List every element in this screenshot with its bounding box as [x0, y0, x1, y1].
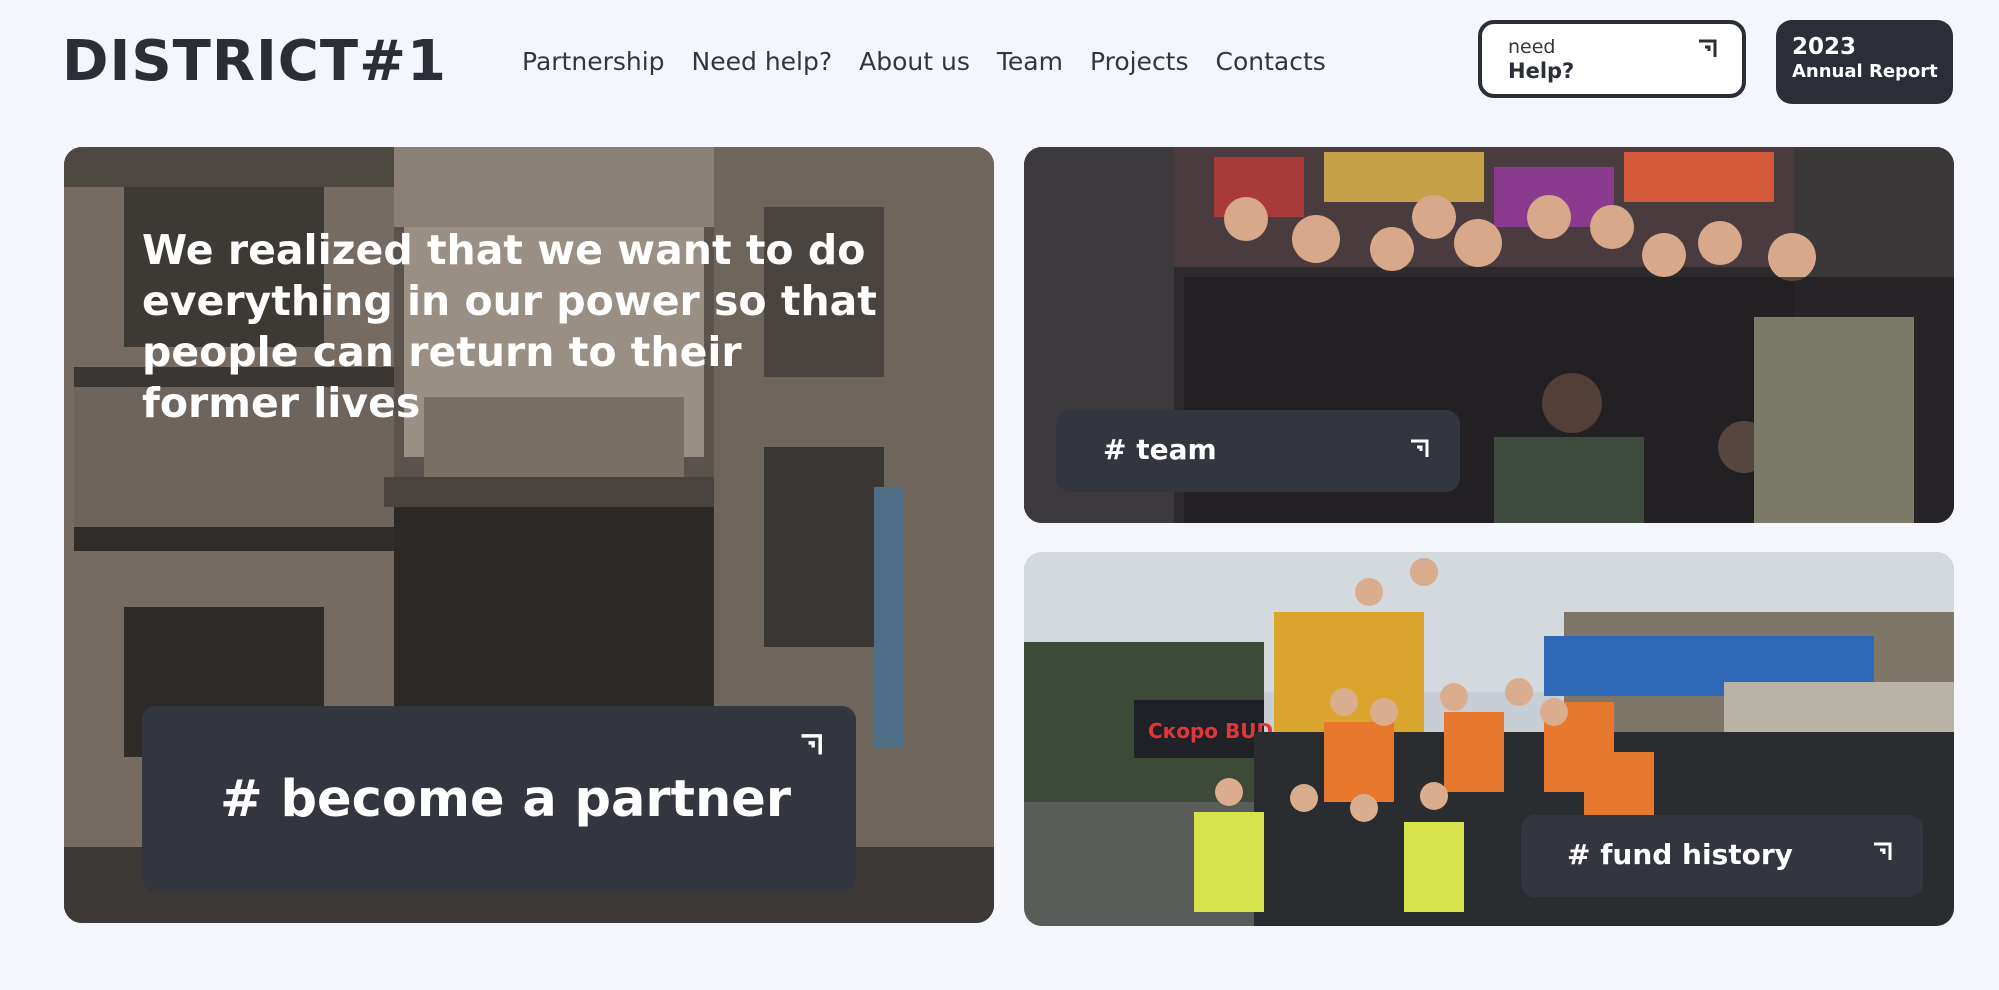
need-help-big-label: Help? [1508, 59, 1575, 83]
nav-item-need-help[interactable]: Need help? [692, 42, 833, 82]
report-label: Annual Report [1792, 61, 1938, 82]
team-card[interactable]: # team [1024, 147, 1954, 523]
arrow-corner-icon [1699, 39, 1717, 57]
report-year: 2023 [1792, 34, 1857, 60]
hero-quote: We realized that we want to do everythin… [142, 226, 877, 427]
nav-item-projects[interactable]: Projects [1090, 42, 1189, 82]
fund-history-label: # fund history [1567, 838, 1793, 871]
team-label: # team [1103, 433, 1217, 466]
main-nav: Partnership Need help? About us Team Pro… [522, 42, 1326, 82]
arrow-corner-icon [1874, 842, 1892, 860]
fund-history-button[interactable]: # fund history [1521, 815, 1923, 897]
fund-history-card[interactable]: Скоро BUD # fund history [1024, 552, 1954, 926]
nav-item-partnership[interactable]: Partnership [522, 42, 665, 82]
team-button[interactable]: # team [1056, 410, 1460, 492]
nav-item-contacts[interactable]: Contacts [1216, 42, 1326, 82]
nav-item-about-us[interactable]: About us [859, 42, 970, 82]
become-partner-label: # become a partner [220, 770, 792, 829]
need-help-button[interactable]: need Help? [1478, 20, 1746, 98]
hero-card-ruined-building: We realized that we want to do everythin… [64, 147, 994, 923]
nav-item-team[interactable]: Team [997, 42, 1063, 82]
site-logo[interactable]: DISTRICT#1 [62, 30, 447, 94]
annual-report-button[interactable]: 2023 Annual Report [1776, 20, 1953, 104]
arrow-corner-icon [1411, 439, 1429, 457]
become-partner-button[interactable]: # become a partner [142, 706, 856, 892]
arrow-corner-icon [801, 734, 822, 755]
